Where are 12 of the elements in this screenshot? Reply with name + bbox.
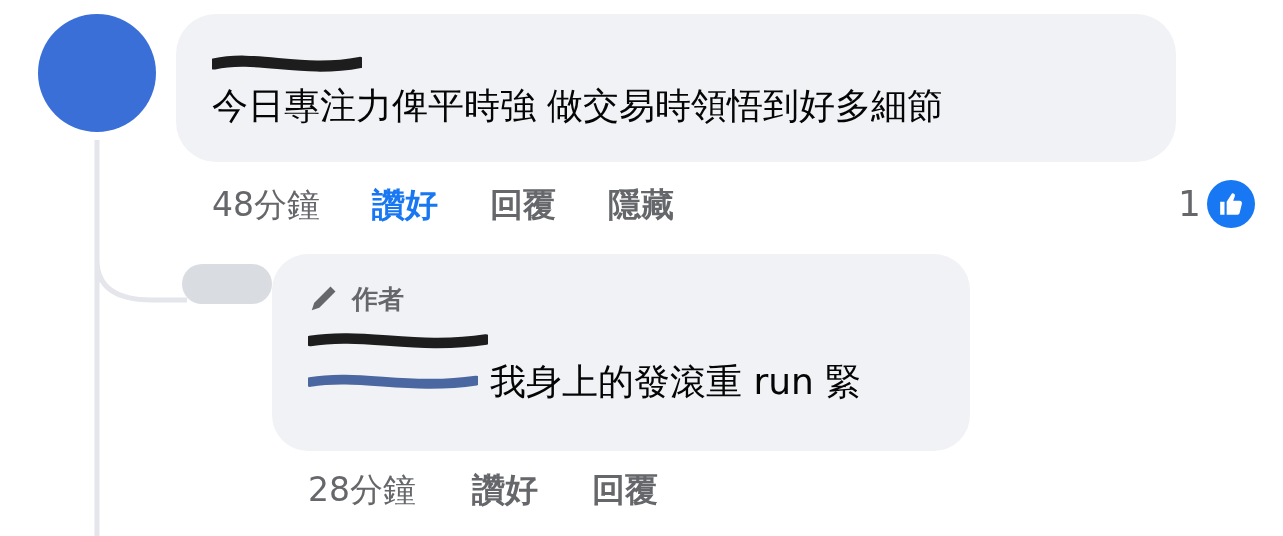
comment-action[interactable]: 讚好 <box>372 187 438 221</box>
comment-time: 48分鐘 <box>212 187 320 221</box>
like-icon <box>1206 180 1255 228</box>
comment-text: 今日專注力俾平時強 做交易時領悟到好多細節 <box>212 88 945 124</box>
comment-time: 28分鐘 <box>308 473 416 506</box>
comment-action[interactable]: 回覆 <box>490 187 556 221</box>
comment-action[interactable]: 回覆 <box>592 473 658 506</box>
comment-action[interactable]: 隱藏 <box>608 187 674 221</box>
author-label: 作者 <box>352 286 404 312</box>
reaction-count: 1 <box>1178 186 1201 222</box>
comment-action[interactable]: 讚好 <box>472 473 538 506</box>
reply-text: 我身上的發滾重 run 緊 <box>490 364 862 400</box>
